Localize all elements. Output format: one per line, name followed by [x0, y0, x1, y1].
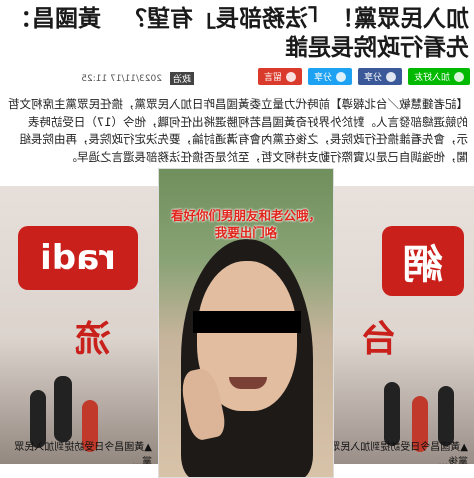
article-title: 加入民眾黨！「法務部長」有望？ 黃國昌：先看行政院長是誰 [9, 5, 469, 61]
photo-caption: ▲黃國昌今日受訪提到加入民眾黨... [14, 442, 152, 464]
share-bar: 加入好友 分享 分享 留言 [257, 68, 470, 86]
media-sign-white: 流 [58, 306, 128, 366]
article-meta: 政治 2023/11/17 11:25 [81, 72, 194, 85]
microphone-icon [384, 382, 400, 446]
sign-text: 流 [75, 319, 112, 360]
media-sign-red: 網 [382, 226, 464, 296]
article-paragraph: 【記者鍾慧敏／台北報導】前時代力量立委黃國昌昨日加入民眾黨，擔任民眾黨主席柯文哲… [8, 97, 468, 164]
facebook-share-button[interactable]: 分享 [357, 68, 402, 85]
share-label: 分享 [313, 73, 332, 83]
comment-button[interactable]: 留言 [257, 68, 302, 85]
facebook-icon [385, 71, 396, 82]
microphone-icon [438, 386, 454, 446]
press-photo-left: 網 台 ▲黃國昌今日受訪提到加入民眾黨後... [316, 186, 474, 464]
sign-text: radi [40, 238, 116, 278]
smile-shape [229, 377, 267, 389]
overlay-photo: 看好你们男朋友和老公哦，我要出门咯 [158, 168, 334, 478]
media-sign-white: 台 [344, 306, 414, 366]
media-sign-red: radi [18, 226, 138, 290]
share-label: 分享 [363, 73, 382, 83]
overlay-caption: 看好你们男朋友和老公哦，我要出门咯 [170, 208, 321, 240]
category-badge: 政治 [169, 72, 194, 85]
twitter-share-button[interactable]: 分享 [307, 68, 352, 85]
photo-caption: ▲黃國昌今日受訪提到加入民眾黨後... [330, 442, 468, 464]
share-label: 加入好友 [413, 73, 450, 83]
sign-text: 台 [361, 319, 398, 360]
article-body: 【記者鍾慧敏／台北報導】前時代力量立委黃國昌昨日加入民眾黨，擔任民眾黨主席柯文哲… [6, 96, 468, 166]
article-date: 2023/11/17 11:25 [81, 73, 162, 84]
press-photo-right: radi 流 ▲黃國昌今日受訪提到加入民眾黨... [0, 186, 158, 464]
line-icon [454, 71, 464, 82]
comment-icon [285, 71, 296, 82]
microphone-icon [54, 376, 72, 442]
censor-bar [193, 311, 301, 333]
share-label: 留言 [263, 73, 282, 83]
sign-text: 網 [403, 242, 443, 288]
line-add-friend-button[interactable]: 加入好友 [407, 68, 470, 85]
twitter-icon [335, 71, 346, 82]
